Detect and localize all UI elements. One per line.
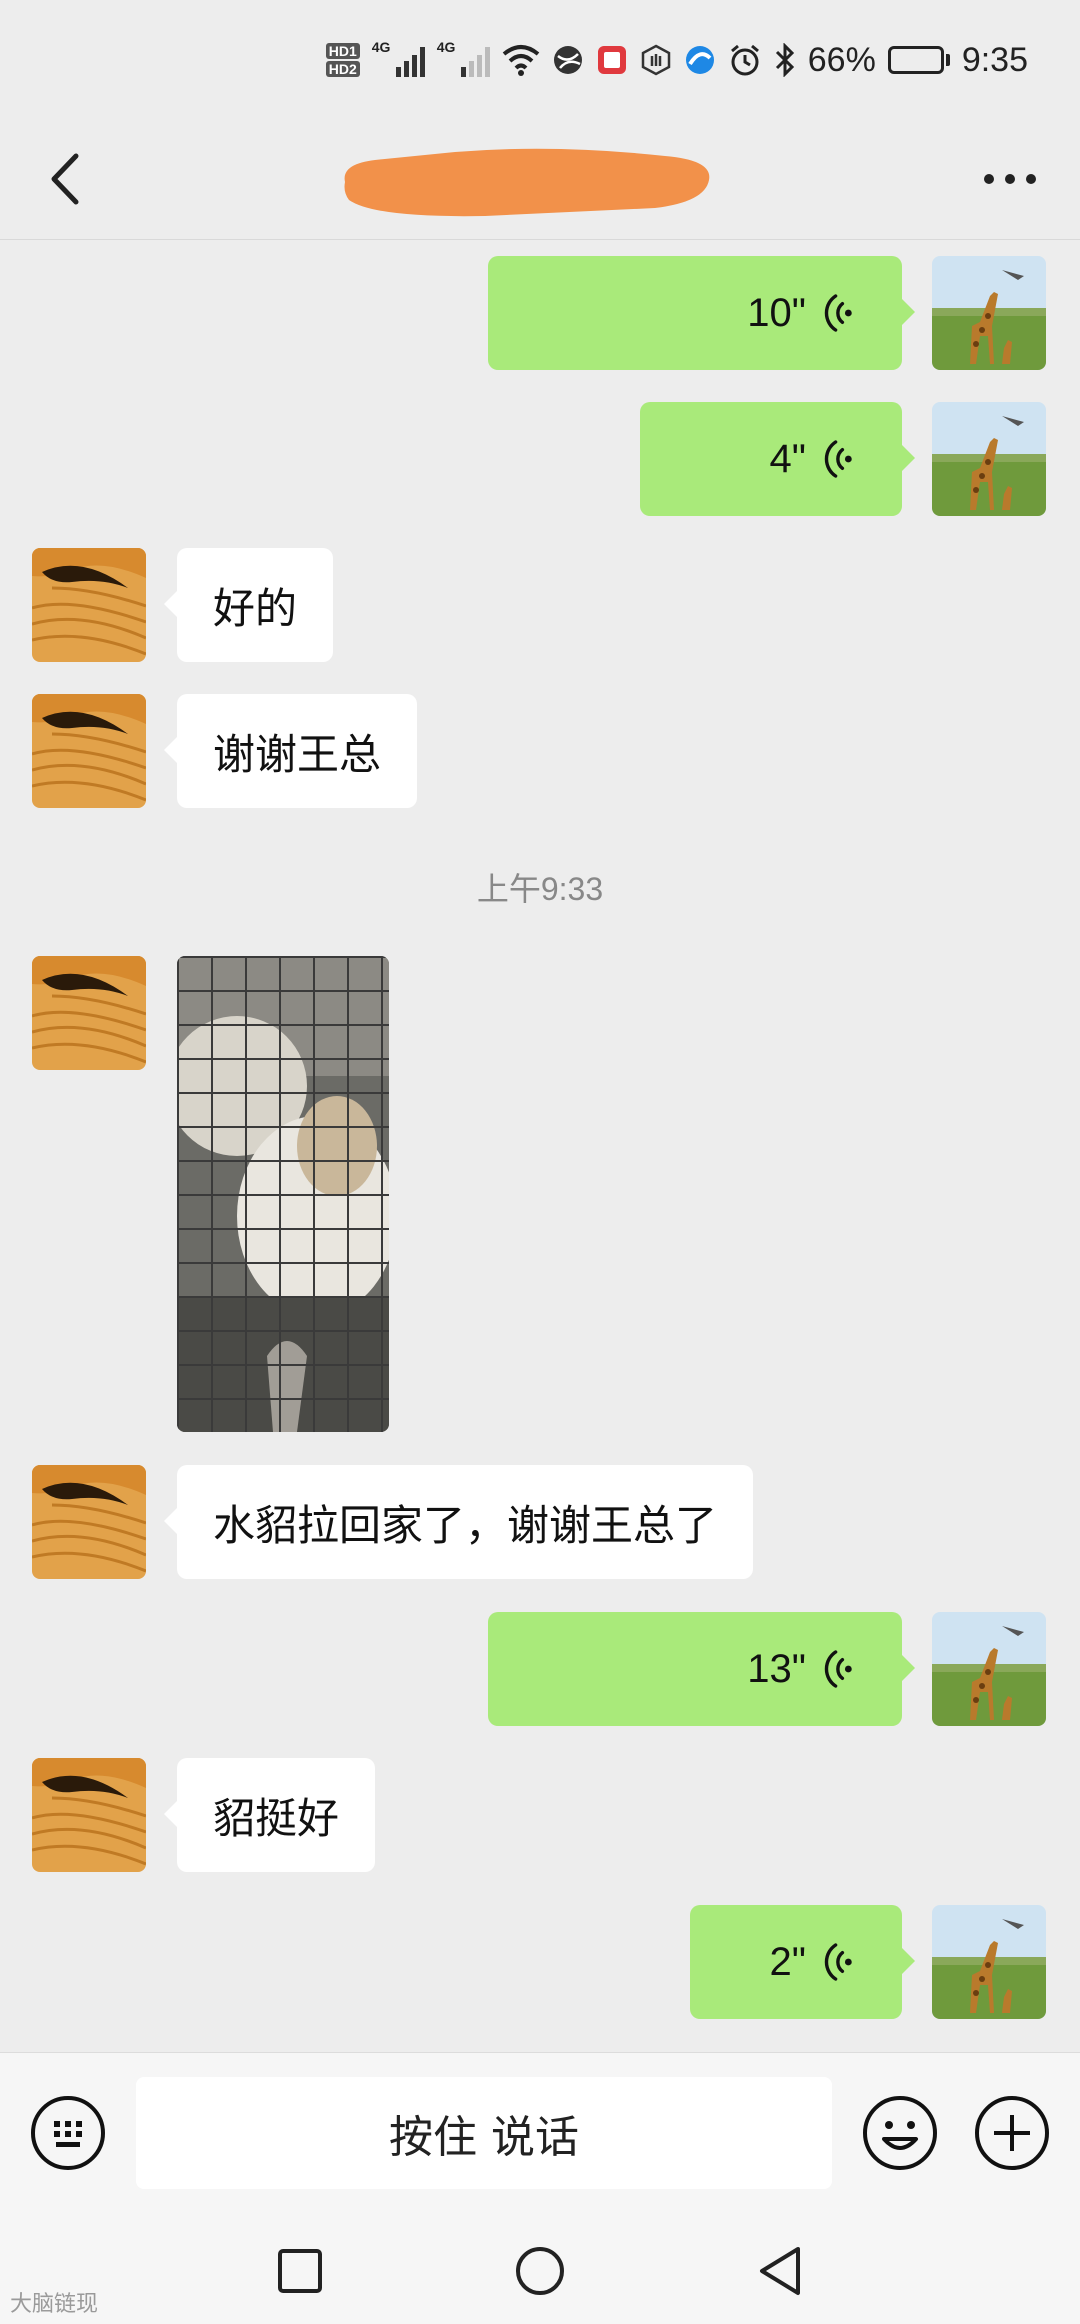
avatar-self[interactable] (932, 1905, 1046, 2019)
text-message-incoming[interactable]: 好的 (163, 548, 334, 662)
message-text: 貂挺好 (213, 1793, 340, 1843)
network-type-1: 4G (371, 39, 391, 55)
browser-icon (684, 40, 716, 80)
bluetooth-icon (774, 40, 796, 80)
chevron-left-icon (51, 153, 79, 205)
input-bar: 按住 说话 (0, 2052, 1080, 2214)
voice-duration: 10" (747, 290, 806, 335)
more-dots-icon (984, 174, 1036, 184)
emoji-icon (863, 2096, 937, 2170)
voice-wave-icon (822, 437, 856, 481)
avatar-contact[interactable] (32, 1465, 146, 1579)
voice-duration: 2" (769, 1939, 806, 1984)
voice-wave-icon (822, 291, 856, 335)
square-icon (278, 2249, 322, 2293)
avatar-contact[interactable] (32, 1758, 146, 1872)
hd-indicator: HD1 HD2 (325, 43, 360, 77)
text-message-incoming[interactable]: 谢谢王总 (163, 694, 418, 808)
alarm-icon (728, 40, 762, 80)
push-to-talk-button[interactable]: 按住 说话 (136, 2077, 832, 2189)
chat-header (0, 120, 1080, 240)
back-button[interactable] (30, 144, 100, 214)
circle-icon (516, 2247, 564, 2295)
voice-duration: 4" (769, 436, 806, 481)
recent-apps-button[interactable] (265, 2236, 335, 2306)
message-text: 谢谢王总 (213, 729, 382, 779)
hd2-label: HD2 (325, 61, 360, 77)
battery-icon (887, 46, 950, 74)
battery-percent: 66% (807, 40, 876, 79)
hd1-label: HD1 (325, 43, 360, 59)
voice-message-outgoing[interactable]: 2" (690, 1905, 915, 2019)
vpn-icon (552, 40, 584, 80)
more-options-button[interactable] (970, 144, 1050, 214)
photo-thumbnail (177, 956, 389, 1432)
emoji-button[interactable] (860, 2093, 940, 2173)
message-text: 好的 (213, 583, 298, 633)
avatar-self[interactable] (932, 402, 1046, 516)
signal-icon-sim1: 4G (372, 39, 425, 77)
redacted-contact-name (335, 142, 715, 220)
home-button[interactable] (505, 2236, 575, 2306)
avatar-contact[interactable] (32, 694, 146, 808)
voice-duration: 13" (747, 1646, 806, 1691)
watermark: 大脑链现 (10, 2291, 99, 2316)
status-bar: HD1 HD2 4G 4G 66% 9:35 (0, 0, 1080, 120)
voice-message-outgoing[interactable]: 4" (640, 402, 915, 516)
wifi-icon (502, 40, 540, 80)
plus-circle-icon (975, 2096, 1049, 2170)
system-nav-bar: 大脑链现 (0, 2214, 1080, 2324)
voice-wave-icon (822, 1647, 856, 1691)
voice-wave-icon (822, 1940, 856, 1984)
image-message-incoming[interactable] (177, 956, 389, 1432)
keyboard-toggle-button[interactable] (28, 2093, 108, 2173)
message-timestamp: 上午9:33 (476, 871, 604, 907)
add-attachment-button[interactable] (972, 2093, 1052, 2173)
avatar-self[interactable] (932, 1612, 1046, 1726)
network-type-2: 4G (436, 39, 456, 55)
app-notification-icon (596, 40, 628, 80)
avatar-self[interactable] (932, 256, 1046, 370)
voice-message-outgoing[interactable]: 13" (488, 1612, 915, 1726)
avatar-contact[interactable] (32, 956, 146, 1070)
clock: 9:35 (961, 40, 1028, 79)
voice-message-outgoing[interactable]: 10" (488, 256, 915, 370)
text-message-incoming[interactable]: 貂挺好 (163, 1758, 376, 1872)
shield-hand-icon (640, 40, 672, 80)
message-text: 水貂拉回家了，谢谢王总了 (213, 1500, 718, 1550)
avatar-contact[interactable] (32, 548, 146, 662)
signal-icon-sim2: 4G (437, 39, 490, 77)
keyboard-icon (31, 2096, 105, 2170)
triangle-back-icon (760, 2247, 800, 2295)
back-nav-button[interactable] (745, 2236, 815, 2306)
text-message-incoming[interactable]: 水貂拉回家了，谢谢王总了 (163, 1465, 754, 1579)
